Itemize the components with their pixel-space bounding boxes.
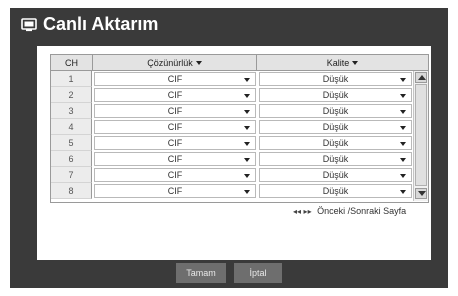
quality-value: Düşük (322, 170, 349, 180)
table-scrollbar[interactable] (413, 71, 428, 201)
arrow-down-icon (418, 191, 426, 196)
resolution-select[interactable]: CIF (94, 168, 256, 182)
resolution-select[interactable]: CIF (94, 88, 256, 102)
channel-number: 8 (51, 183, 92, 199)
scroll-up-button[interactable] (415, 72, 427, 83)
resolution-select[interactable]: CIF (94, 184, 256, 198)
channel-number: 6 (51, 151, 92, 167)
resolution-value: CIF (167, 122, 183, 132)
quality-value: Düşük (322, 74, 349, 84)
live-stream-dialog: Canlı Aktarım CH Çözünürlük Kalite 1 CIF D… (10, 8, 448, 288)
next-page-icon[interactable]: ▸▸ (304, 207, 312, 216)
chevron-down-icon (400, 174, 406, 178)
table-row: 2 CIF Düşük (51, 87, 412, 103)
resolution-select[interactable]: CIF (94, 152, 256, 166)
table-row: 7 CIF Düşük (51, 167, 412, 183)
chevron-down-icon (400, 78, 406, 82)
channel-number: 1 (51, 71, 92, 87)
table-row: 5 CIF Düşük (51, 135, 412, 151)
dialog-titlebar: Canlı Aktarım (10, 8, 448, 42)
column-header-resolution-label: Çözünürlük (147, 58, 193, 68)
table-row: 8 CIF Düşük (51, 183, 412, 199)
monitor-icon (21, 18, 37, 32)
quality-value: Düşük (322, 154, 349, 164)
chevron-down-icon (400, 110, 406, 114)
scroll-down-button[interactable] (415, 188, 427, 199)
quality-value: Düşük (322, 186, 349, 196)
quality-select[interactable]: Düşük (259, 152, 412, 166)
page-navigation: ◂◂ ▸▸ Önceki /Sonraki Sayfa (293, 205, 406, 218)
table-row: 1 CIF Düşük (51, 71, 412, 87)
resolution-value: CIF (167, 106, 183, 116)
channel-number: 4 (51, 119, 92, 135)
quality-value: Düşük (322, 138, 349, 148)
chevron-down-icon (244, 78, 250, 82)
chevron-down-icon (400, 158, 406, 162)
column-header-resolution[interactable]: Çözünürlük (93, 55, 257, 71)
column-header-ch-label: CH (65, 58, 78, 68)
resolution-select[interactable]: CIF (94, 104, 256, 118)
channel-table: CH Çözünürlük Kalite 1 CIF Düşük 2 CIF Düşük 3… (50, 54, 429, 203)
resolution-value: CIF (167, 170, 183, 180)
resolution-value: CIF (167, 90, 183, 100)
chevron-down-icon (244, 174, 250, 178)
resolution-value: CIF (167, 74, 183, 84)
quality-value: Düşük (322, 106, 349, 116)
quality-select[interactable]: Düşük (259, 88, 412, 102)
arrow-up-icon (418, 75, 426, 80)
chevron-down-icon (244, 126, 250, 130)
channel-number: 3 (51, 103, 92, 119)
ok-button[interactable]: Tamam (176, 263, 226, 283)
column-header-ch: CH (51, 55, 93, 71)
quality-select[interactable]: Düşük (259, 168, 412, 182)
chevron-down-icon (400, 190, 406, 194)
table-row: 4 CIF Düşük (51, 119, 412, 135)
resolution-value: CIF (167, 186, 183, 196)
quality-value: Düşük (322, 122, 349, 132)
resolution-select[interactable]: CIF (94, 120, 256, 134)
sort-caret-icon (195, 61, 202, 65)
chevron-down-icon (400, 94, 406, 98)
column-header-quality-label: Kalite (326, 58, 350, 68)
channel-number: 5 (51, 135, 92, 151)
resolution-value: CIF (167, 154, 183, 164)
dialog-title: Canlı Aktarım (43, 14, 159, 34)
table-row: 6 CIF Düşük (51, 151, 412, 167)
chevron-down-icon (244, 142, 250, 146)
quality-select[interactable]: Düşük (259, 184, 412, 198)
chevron-down-icon (400, 142, 406, 146)
column-header-quality[interactable]: Kalite (257, 55, 428, 71)
table-row: 3 CIF Düşük (51, 103, 412, 119)
chevron-down-icon (244, 158, 250, 162)
resolution-value: CIF (167, 138, 183, 148)
chevron-down-icon (400, 126, 406, 130)
quality-select[interactable]: Düşük (259, 72, 412, 86)
chevron-down-icon (244, 94, 250, 98)
quality-select[interactable]: Düşük (259, 104, 412, 118)
chevron-down-icon (244, 110, 250, 114)
chevron-down-icon (244, 190, 250, 194)
previous-page-icon[interactable]: ◂◂ (293, 207, 301, 216)
channel-number: 7 (51, 167, 92, 183)
scroll-thumb[interactable] (415, 84, 427, 186)
quality-value: Düşük (322, 90, 349, 100)
content-panel: CH Çözünürlük Kalite 1 CIF Düşük 2 CIF Düşük 3… (37, 46, 431, 260)
resolution-select[interactable]: CIF (94, 136, 256, 150)
quality-select[interactable]: Düşük (259, 120, 412, 134)
sort-caret-icon (352, 61, 359, 65)
quality-select[interactable]: Düşük (259, 136, 412, 150)
page-navigation-label: Önceki /Sonraki Sayfa (317, 206, 407, 216)
cancel-button[interactable]: İptal (234, 263, 282, 283)
resolution-select[interactable]: CIF (94, 72, 256, 86)
channel-number: 2 (51, 87, 92, 103)
